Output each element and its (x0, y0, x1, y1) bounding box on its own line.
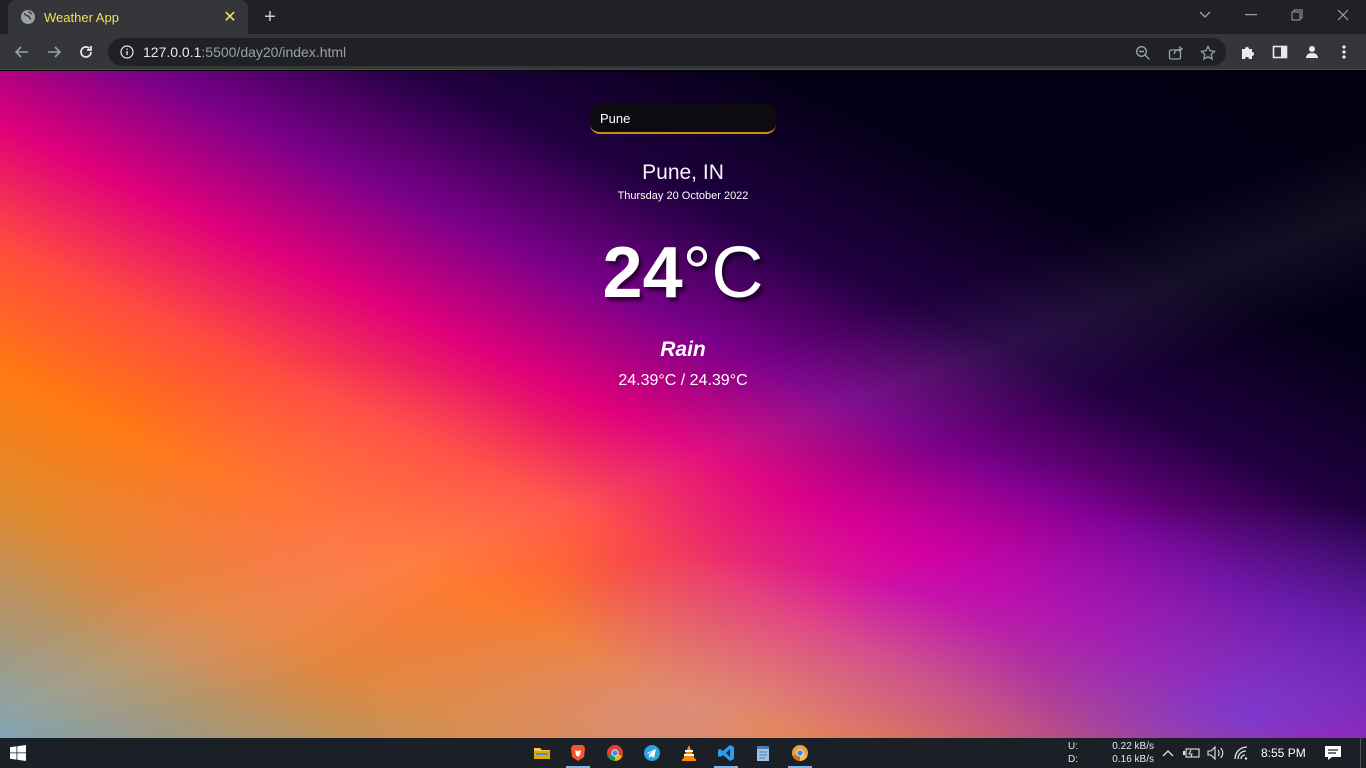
file-explorer-icon[interactable] (525, 738, 559, 768)
net-download-speed: 0.16 kB/s (1112, 754, 1154, 765)
bookmark-star-icon[interactable] (1199, 44, 1217, 62)
location-label: Pune, IN (642, 161, 724, 184)
net-upload-speed: 0.22 kB/s (1112, 741, 1154, 752)
temperature-unit: °C (682, 233, 764, 313)
temperature-display: 24°C (0, 231, 1366, 315)
date-label: Thursday 20 October 2022 (617, 190, 749, 202)
back-arrow-icon[interactable] (9, 39, 35, 65)
vlc-player-icon[interactable] (672, 738, 706, 768)
notepad-icon[interactable] (746, 738, 780, 768)
side-panel-icon[interactable] (1267, 39, 1293, 65)
close-tab-icon[interactable]: ✕ (222, 7, 238, 27)
extensions-puzzle-icon[interactable] (1235, 39, 1261, 65)
windows-start-icon[interactable] (0, 738, 36, 768)
reload-icon[interactable] (73, 39, 99, 65)
minimize-icon[interactable] (1228, 0, 1274, 30)
min-max-temperature: 24.39°C / 24.39°C (618, 372, 748, 389)
browser-titlebar: Weather App ✕ + (0, 0, 1366, 34)
url-host: 127.0.0.1 (143, 44, 202, 60)
chrome-canary-icon[interactable] (783, 738, 817, 768)
restore-icon[interactable] (1274, 0, 1320, 30)
tab-title: Weather App (44, 9, 119, 25)
tab-search-icon[interactable] (1182, 0, 1228, 30)
net-upload-label: U: (1068, 741, 1078, 752)
weather-condition: Rain (660, 338, 706, 361)
profile-icon[interactable] (1299, 39, 1325, 65)
new-tab-button[interactable]: + (258, 5, 282, 29)
search-box (590, 104, 776, 134)
city-search-input[interactable] (590, 104, 776, 134)
show-desktop-button[interactable] (1360, 738, 1366, 768)
brave-browser-icon[interactable] (561, 738, 595, 768)
windows-taskbar: U: D: 0.22 kB/s 0.16 kB/s 8:55 PM (0, 738, 1366, 768)
chrome-icon[interactable] (598, 738, 632, 768)
zoom-icon[interactable] (1134, 44, 1152, 62)
weather-page: Pune, IN Thursday 20 October 2022 24°C R… (0, 71, 1366, 738)
browser-tab-weather-app[interactable]: Weather App ✕ (8, 0, 248, 34)
close-window-icon[interactable] (1320, 0, 1366, 30)
taskbar-clock[interactable]: 8:55 PM (1261, 746, 1306, 760)
url-path: :5500/day20/index.html (201, 44, 347, 60)
url-text: 127.0.0.1:5500/day20/index.html (143, 44, 346, 60)
share-icon[interactable] (1167, 44, 1185, 62)
vscode-icon[interactable] (709, 738, 743, 768)
browser-toolbar: 127.0.0.1:5500/day20/index.html (0, 34, 1366, 70)
address-bar[interactable]: 127.0.0.1:5500/day20/index.html (108, 38, 1226, 66)
telegram-icon[interactable] (635, 738, 669, 768)
notifications-icon[interactable] (1322, 743, 1344, 763)
menu-kebab-icon[interactable] (1331, 39, 1357, 65)
forward-arrow-icon[interactable] (41, 39, 67, 65)
wifi-icon[interactable] (1232, 744, 1250, 762)
volume-icon[interactable] (1207, 744, 1225, 762)
chevron-up-icon[interactable] (1159, 744, 1177, 762)
globe-icon (20, 9, 36, 25)
battery-icon[interactable] (1183, 744, 1201, 762)
net-download-label: D: (1068, 754, 1078, 765)
temperature-value: 24 (602, 233, 683, 313)
site-info-icon[interactable] (120, 45, 134, 59)
